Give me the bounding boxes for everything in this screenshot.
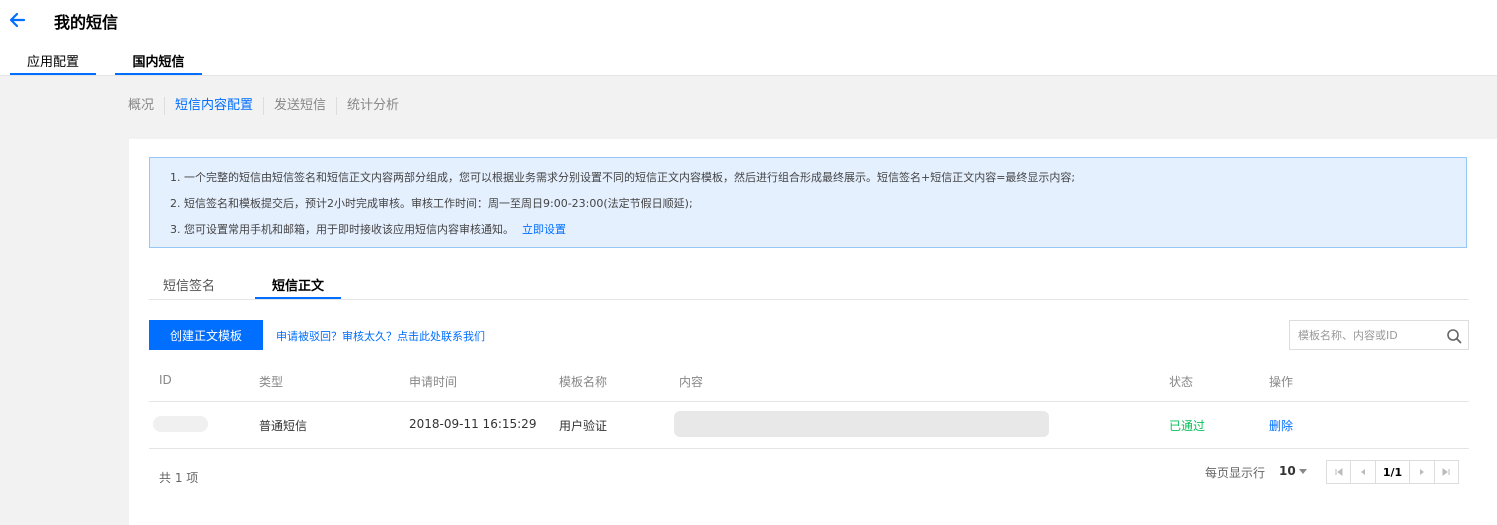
notice-box: 1. 一个完整的短信由短信签名和短信正文内容两部分组成，您可以根据业务需求分别设…	[149, 157, 1467, 248]
row-type: 普通短信	[259, 419, 308, 433]
page-indicator: 1/1	[1376, 461, 1411, 483]
create-template-button[interactable]: 创建正文模板	[149, 320, 263, 350]
contact-us-link[interactable]: 申请被驳回？审核太久？点击此处联系我们	[276, 328, 485, 344]
content-card: 1. 一个完整的短信由短信签名和短信正文内容两部分组成，您可以根据业务需求分别设…	[129, 139, 1497, 525]
notice-line-3: 3. 您可设置常用手机和邮箱，用于即时接收该应用短信内容审核通知。 立即设置	[170, 219, 1466, 245]
search-input[interactable]	[1298, 327, 1438, 343]
search-icon[interactable]	[1446, 328, 1462, 344]
last-page-button[interactable]	[1435, 461, 1458, 483]
delete-link[interactable]: 删除	[1269, 417, 1293, 434]
notice-line-3-text: 3. 您可设置常用手机和邮箱，用于即时接收该应用短信内容审核通知。	[170, 223, 514, 236]
header-status: 状态	[1169, 375, 1194, 389]
total-count: 共 1 项	[159, 471, 199, 485]
sub-navigation: 概况 短信内容配置 发送短信 统计分析	[128, 97, 409, 115]
table-row: 普通短信 2018-09-11 16:15:29 用户验证 已通过 删除	[149, 402, 1469, 449]
header-content: 内容	[679, 375, 704, 389]
arrow-left-icon[interactable]	[8, 10, 28, 30]
subnav-item-content-config[interactable]: 短信内容配置	[164, 97, 263, 115]
subnav-item-overview[interactable]: 概况	[128, 97, 164, 115]
header-template-name: 模板名称	[559, 375, 608, 389]
page-title: 我的短信	[54, 13, 119, 32]
subnav-item-send-sms[interactable]: 发送短信	[263, 97, 336, 115]
table-header: ID 类型 申请时间 模板名称 内容 状态 操作	[149, 361, 1469, 402]
next-page-icon	[1420, 469, 1425, 475]
redacted-id	[153, 416, 208, 432]
setup-now-link[interactable]: 立即设置	[522, 223, 566, 236]
tab-sms-body[interactable]: 短信正文	[255, 275, 341, 299]
notice-line-1: 1. 一个完整的短信由短信签名和短信正文内容两部分组成，您可以根据业务需求分别设…	[170, 171, 1076, 184]
first-page-icon	[1335, 468, 1343, 476]
header-id: ID	[159, 373, 172, 387]
row-status-badge: 已通过	[1169, 419, 1206, 433]
prev-page-button[interactable]	[1351, 461, 1376, 483]
redacted-content	[674, 411, 1049, 437]
last-page-icon	[1442, 468, 1450, 476]
search-box	[1289, 320, 1469, 350]
pagination: 1/1	[1326, 460, 1459, 484]
tab-sms-signature[interactable]: 短信签名	[163, 275, 215, 299]
page-size-select[interactable]: 10	[1279, 464, 1296, 478]
caret-down-icon[interactable]	[1299, 469, 1307, 474]
row-template-name: 用户验证	[559, 419, 608, 433]
content-tabs: 短信签名 短信正文	[149, 270, 1469, 300]
row-apply-time: 2018-09-11 16:15:29	[409, 417, 537, 431]
subnav-item-statistics[interactable]: 统计分析	[336, 97, 409, 115]
top-bar: 我的短信 应用配置 国内短信	[0, 0, 1497, 76]
header-apply-time: 申请时间	[409, 375, 458, 389]
per-page-label: 每页显示行	[1205, 466, 1266, 480]
next-page-button[interactable]	[1410, 461, 1435, 483]
notice-line-2: 2. 短信签名和模板提交后，预计2小时完成审核。审核工作时间：周一至周日9:00…	[170, 197, 693, 210]
tab-app-config[interactable]: 应用配置	[10, 51, 96, 75]
prev-page-icon	[1360, 469, 1365, 475]
header-type: 类型	[259, 375, 284, 389]
first-page-button[interactable]	[1327, 461, 1352, 483]
header-operation: 操作	[1269, 375, 1294, 389]
tab-domestic-sms[interactable]: 国内短信	[115, 51, 202, 75]
